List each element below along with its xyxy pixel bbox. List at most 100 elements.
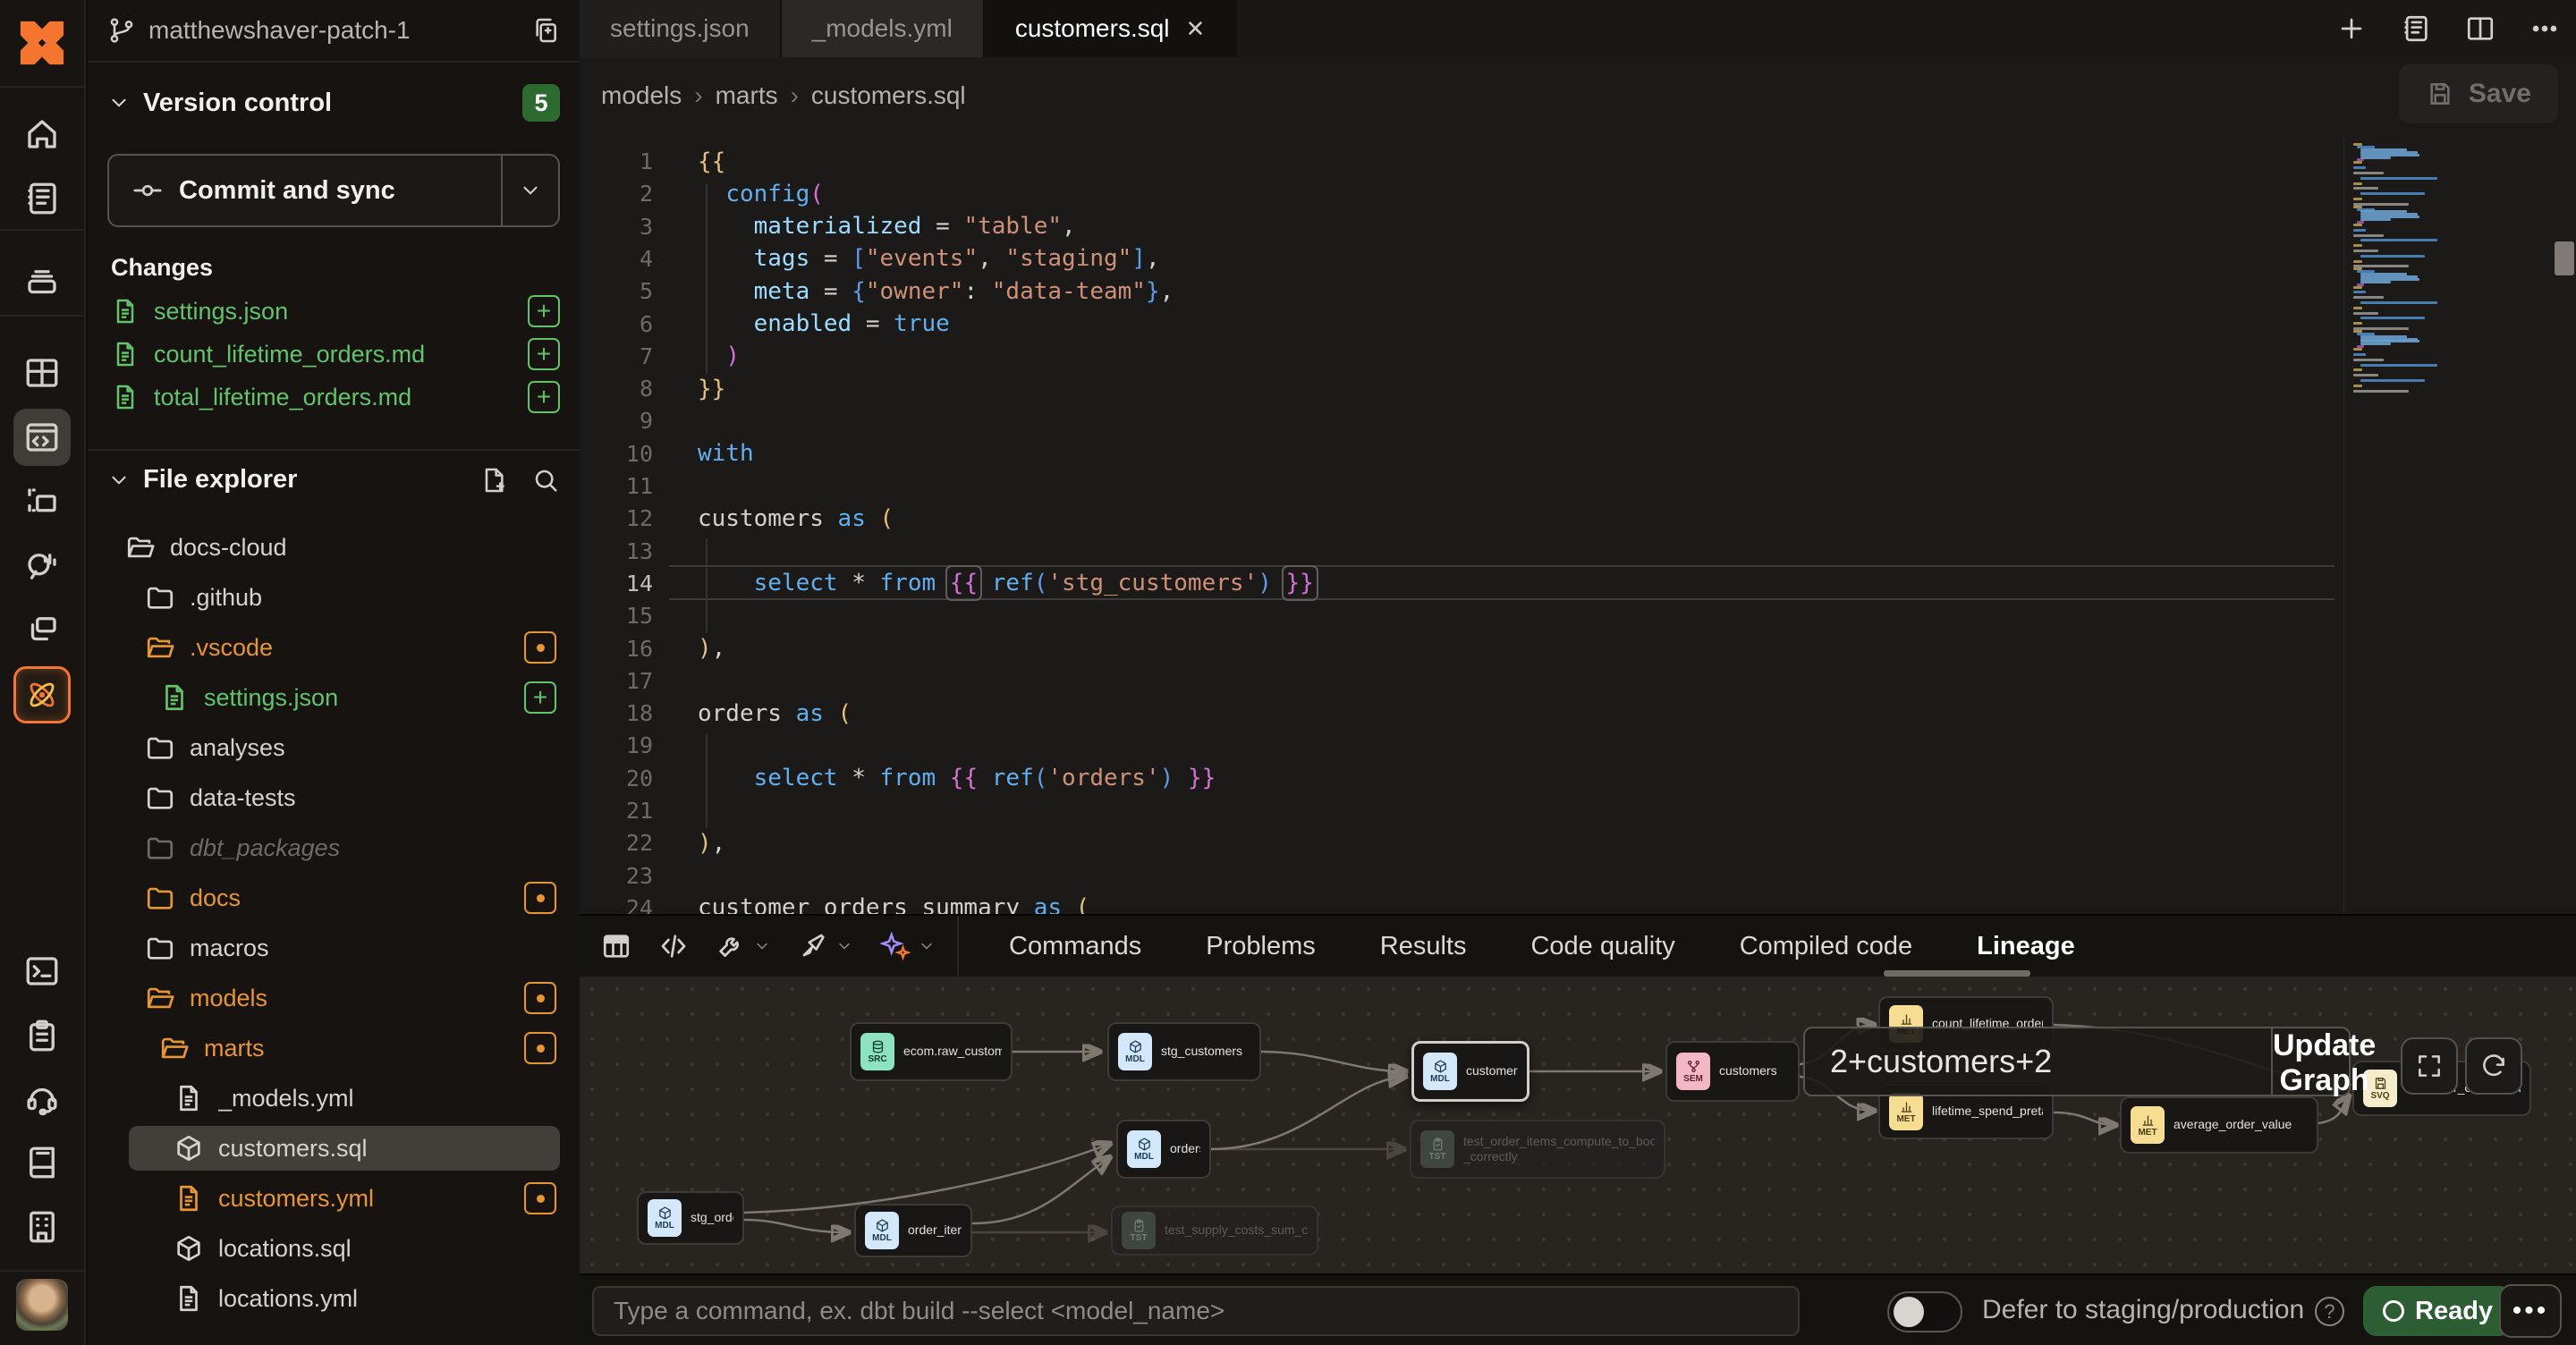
changed-file-row[interactable]: total_lifetime_orders.md +: [111, 376, 560, 419]
editor-tab-customers.sql[interactable]: customers.sql✕: [985, 0, 1238, 57]
tree-item-locations.yml[interactable]: locations.yml: [88, 1273, 572, 1324]
query-insights-icon[interactable]: [13, 537, 71, 595]
tree-item-settings.json[interactable]: settings.json+: [88, 672, 572, 723]
notebook-icon[interactable]: [13, 170, 71, 227]
tree-item-dbt_packages[interactable]: dbt_packages: [88, 823, 572, 873]
breadcrumb[interactable]: models›marts›customers.sql: [601, 81, 966, 110]
new-file-icon[interactable]: [479, 466, 508, 495]
stage-add-badge[interactable]: +: [528, 295, 560, 327]
tree-item-data-tests[interactable]: data-tests: [88, 773, 572, 823]
changed-file-row[interactable]: settings.json +: [111, 290, 560, 333]
panel-tab-Problems[interactable]: Problems: [1206, 932, 1316, 961]
docs-book-icon[interactable]: [13, 1134, 71, 1191]
split-editor-icon[interactable]: [2465, 13, 2496, 44]
tree-item-.github[interactable]: .github: [88, 572, 572, 622]
update-graph-button[interactable]: Update Graph: [2271, 1028, 2376, 1095]
command-input[interactable]: [592, 1286, 1800, 1336]
lineage-node-test_order_items_compute_to_bools[interactable]: TST test_order_items_compute_to_bools _c…: [1410, 1120, 1665, 1179]
editor-tab-_models.yml[interactable]: _models.yml: [782, 0, 985, 57]
tree-item-locations.sql[interactable]: locations.sql: [88, 1223, 572, 1273]
tree-item-customers.sql[interactable]: customers.sql: [88, 1123, 572, 1173]
code-editor-icon[interactable]: [13, 409, 71, 466]
clipboard-icon[interactable]: [13, 1007, 71, 1064]
folder-icon: [145, 933, 175, 963]
capture-region-icon[interactable]: [13, 474, 71, 531]
lineage-node-customers[interactable]: SEM customers: [1665, 1041, 1800, 1102]
user-avatar[interactable]: [16, 1279, 68, 1331]
tree-item-models[interactable]: models: [88, 973, 572, 1023]
status-more-button[interactable]: •••: [2499, 1284, 2562, 1338]
tree-item-analyses[interactable]: analyses: [88, 723, 572, 773]
node-type-badge-TST: TST: [1420, 1130, 1454, 1168]
inbox-icon[interactable]: [13, 254, 71, 311]
copy-icon[interactable]: [531, 16, 560, 45]
lineage-node-ecom.raw_customers[interactable]: SRC ecom.raw_customers: [850, 1022, 1013, 1081]
commit-options-chevron[interactable]: [501, 156, 558, 225]
stage-add-badge[interactable]: +: [528, 381, 560, 413]
new-tab-icon[interactable]: [2336, 13, 2367, 44]
tree-item-docs[interactable]: docs: [88, 873, 572, 923]
branch-header[interactable]: matthewshaver-patch-1: [88, 0, 580, 63]
code-editor[interactable]: 1{{2 config(3 materialized = "table",4 t…: [580, 134, 2576, 914]
close-tab-icon[interactable]: ✕: [1186, 15, 1206, 43]
fullscreen-button[interactable]: [2401, 1037, 2458, 1095]
commit-and-sync-button[interactable]: Commit and sync: [107, 154, 560, 227]
lineage-selector-input[interactable]: [1805, 1028, 2271, 1095]
refresh-button[interactable]: [2465, 1037, 2522, 1095]
lineage-node-orders[interactable]: MDL orders: [1116, 1120, 1211, 1179]
lineage-node-order_items[interactable]: MDL order_items: [854, 1204, 972, 1257]
terminal-icon[interactable]: [13, 943, 71, 1000]
help-icon[interactable]: ?: [2315, 1297, 2344, 1326]
ai-atom-icon[interactable]: [13, 666, 71, 723]
editor-tab-settings.json[interactable]: settings.json: [580, 0, 782, 57]
lineage-node-stg_orders[interactable]: MDL stg_orders: [637, 1191, 744, 1245]
breadcrumb-item[interactable]: models: [601, 81, 682, 110]
compile-code-icon[interactable]: [658, 931, 689, 961]
breadcrumb-item[interactable]: customers.sql: [811, 81, 966, 110]
search-icon[interactable]: [531, 466, 560, 495]
tree-item-.vscode[interactable]: .vscode: [88, 622, 572, 672]
stage-add-badge[interactable]: +: [528, 338, 560, 370]
panel-tab-Code quality[interactable]: Code quality: [1530, 932, 1674, 961]
lineage-canvas[interactable]: SRC ecom.raw_customersMDL stg_customersM…: [580, 977, 2576, 1273]
panel-tab-Lineage[interactable]: Lineage: [1977, 932, 2075, 961]
changed-file-row[interactable]: count_lifetime_orders.md +: [111, 333, 560, 376]
save-button[interactable]: Save: [2399, 64, 2558, 123]
defer-toggle[interactable]: [1887, 1291, 1962, 1332]
code-line-14: 14 select * from {{ ref('stg_customers')…: [580, 567, 2334, 600]
code-line-2: 2 config(: [580, 177, 2334, 210]
minimap-handle[interactable]: [2555, 241, 2574, 275]
minimap[interactable]: [2343, 138, 2567, 914]
version-control-header[interactable]: Version control 5: [107, 84, 560, 122]
tree-item-docs-cloud[interactable]: docs-cloud: [88, 522, 572, 572]
ai-sparkle-icon[interactable]: [880, 931, 911, 961]
support-headset-icon[interactable]: [13, 1070, 71, 1128]
home-icon[interactable]: [13, 106, 71, 163]
lineage-node-test_supply_costs_sum_correctly[interactable]: TST test_supply_costs_sum_correctly: [1111, 1205, 1318, 1256]
panel-tab-Compiled code[interactable]: Compiled code: [1740, 932, 1912, 961]
more-options-icon[interactable]: [2529, 13, 2560, 44]
build-tools-icon[interactable]: [716, 931, 746, 961]
tree-item-marts[interactable]: marts: [88, 1023, 572, 1073]
lineage-node-customers[interactable]: MDL customers: [1411, 1041, 1530, 1102]
lineage-node-average_order_value[interactable]: MET average_order_value: [2120, 1096, 2318, 1154]
node-type-badge-MDL: MDL: [1118, 1033, 1152, 1070]
panel-tab-Commands[interactable]: Commands: [1009, 932, 1141, 961]
panel-tab-Results[interactable]: Results: [1380, 932, 1467, 961]
tree-item-label: .vscode: [190, 634, 510, 662]
tree-item-customers.yml[interactable]: customers.yml: [88, 1173, 572, 1223]
preview-table-icon[interactable]: [601, 931, 631, 961]
dbt-logo-icon[interactable]: [12, 13, 72, 73]
ready-status-badge[interactable]: Ready: [2363, 1286, 2512, 1336]
windows-icon[interactable]: [13, 601, 71, 658]
code-line-10: 10with: [580, 437, 2334, 470]
lint-format-icon[interactable]: [798, 931, 828, 961]
tree-item-macros[interactable]: macros: [88, 923, 572, 973]
breadcrumb-item[interactable]: marts: [716, 81, 778, 110]
tree-item-_models.yml[interactable]: _models.yml: [88, 1073, 572, 1123]
notebook-panel-icon[interactable]: [2401, 13, 2431, 44]
file-explorer-header[interactable]: File explorer: [107, 465, 560, 495]
dashboard-icon[interactable]: [13, 344, 71, 402]
lineage-node-stg_customers[interactable]: MDL stg_customers: [1107, 1022, 1261, 1081]
organization-icon[interactable]: [13, 1198, 71, 1256]
